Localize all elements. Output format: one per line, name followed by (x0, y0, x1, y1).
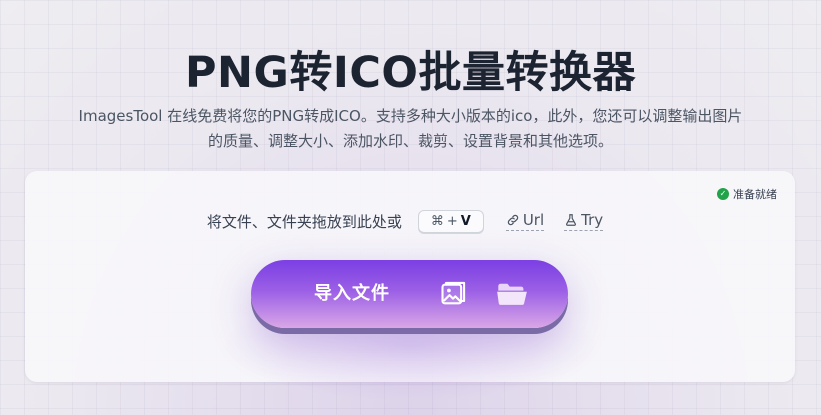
link-icon (507, 214, 518, 226)
description-line-1: ImagesTool 在线免费将您的PNG转成ICO。支持多种大小版本的ico，… (78, 107, 743, 125)
url-button[interactable]: Url (505, 211, 545, 231)
drop-hint: 将文件、文件夹拖放到此处或 (206, 212, 402, 231)
try-button[interactable]: Try (564, 211, 604, 231)
drop-zone-row: 将文件、文件夹拖放到此处或 ⌘ + V Url Try (25, 207, 795, 235)
paste-shortcut[interactable]: ⌘ + V (417, 209, 484, 233)
status-badge: ✓ 准备就绪 (717, 186, 777, 202)
description-line-2: 的质量、调整大小、添加水印、裁剪、设置背景和其他选项。 (207, 132, 613, 150)
status-text: 准备就绪 (733, 188, 777, 201)
page-title: PNG转ICO批量转换器 (185, 48, 636, 98)
upload-card[interactable]: ✓ 准备就绪 将文件、文件夹拖放到此处或 ⌘ + V Url Try 导入文件 (25, 171, 795, 401)
check-circle-icon: ✓ (717, 188, 729, 200)
import-files-button[interactable]: 导入文件 (251, 260, 568, 328)
flask-icon (566, 214, 577, 226)
image-icon[interactable] (439, 280, 467, 313)
shortcut-key: V (460, 213, 471, 229)
command-icon: ⌘ (430, 213, 444, 229)
folder-icon[interactable] (496, 280, 528, 313)
page-description: ImagesTool 在线免费将您的PNG转成ICO。支持多种大小版本的ico，… (70, 104, 751, 154)
import-label: 导入文件 (314, 283, 390, 304)
try-label: Try (581, 211, 604, 229)
url-label: Url (522, 211, 545, 229)
shortcut-plus: + (446, 213, 458, 229)
